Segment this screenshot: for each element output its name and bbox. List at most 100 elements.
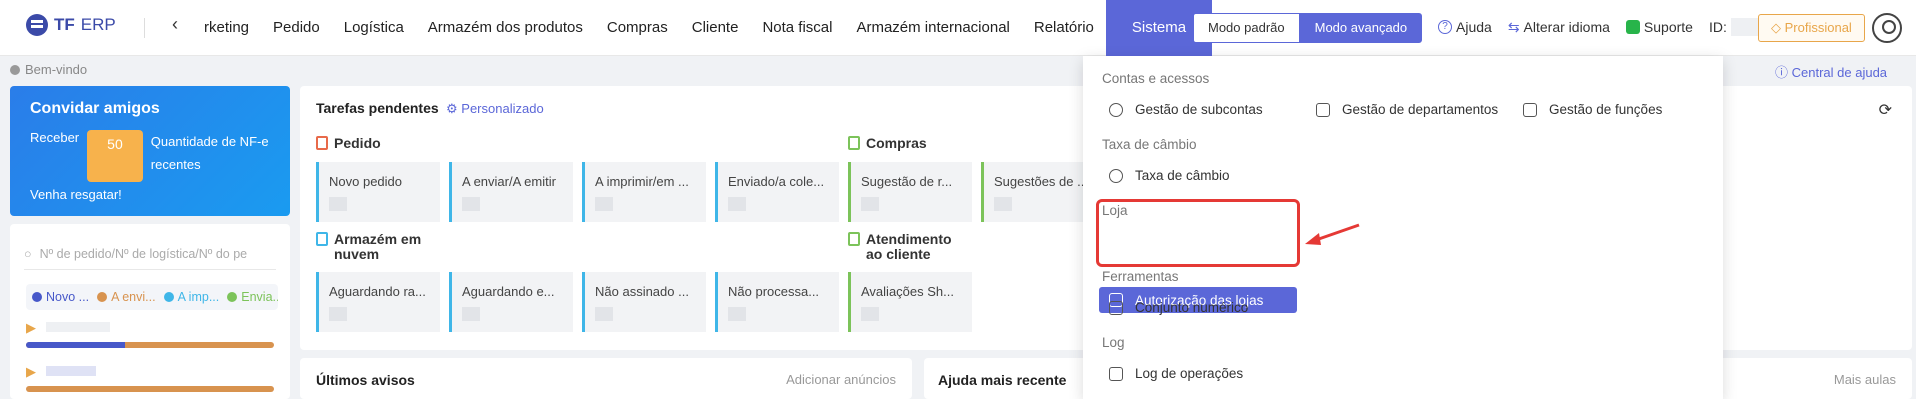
highlight-box	[1096, 199, 1300, 267]
language-link[interactable]: ⇆ Alterar idioma	[1508, 19, 1610, 36]
legend-item[interactable]: A envi...	[97, 290, 156, 304]
cube-icon	[316, 232, 328, 246]
task-card[interactable]: Não assinado ...	[582, 272, 706, 332]
group-pedido: Pedido	[316, 136, 381, 151]
section-log: Log	[1102, 335, 1125, 350]
nav-item-logistica[interactable]: Logística	[332, 0, 416, 56]
order-status-panel: ○ Nº de pedido/Nº de logística/Nº do pe …	[10, 224, 290, 399]
search-input[interactable]: Nº de pedido/Nº de logística/Nº do pe	[40, 247, 248, 261]
menu-label: Conjunto numérico	[1135, 300, 1249, 315]
user-icon	[1109, 102, 1123, 117]
task-card[interactable]: Novo pedido	[316, 162, 440, 222]
recent-help-title: Ajuda mais recente	[938, 372, 1067, 388]
invite-receive: Receber	[30, 130, 80, 145]
card-label: Avaliações Sh...	[861, 284, 954, 299]
advanced-mode-button[interactable]: Modo avançado	[1299, 13, 1423, 43]
card-label: Não assinado ...	[595, 284, 689, 299]
standard-mode-button[interactable]: Modo padrão	[1193, 13, 1300, 43]
task-card[interactable]: Avaliações Sh...	[848, 272, 972, 332]
whatsapp-icon	[1625, 20, 1640, 34]
menu-label: Gestão de subcontas	[1135, 102, 1263, 117]
pointer-arrow-icon	[1305, 223, 1360, 245]
menu-label: Gestão de departamentos	[1342, 102, 1499, 117]
nav-item-armazem-produtos[interactable]: Armazém dos produtos	[416, 0, 595, 56]
card-label: Aguardando e...	[462, 284, 555, 299]
group-compras: Compras	[848, 136, 927, 151]
diamond-icon: ◇	[1771, 20, 1781, 35]
dot-icon	[32, 292, 42, 302]
card-label: Sugestões de ...	[994, 174, 1088, 189]
legend-item[interactable]: Envia...	[227, 290, 278, 304]
card-label: Sugestão de r...	[861, 174, 953, 189]
add-notice-link[interactable]: Adicionar anúncios	[786, 372, 896, 387]
search-icon: ○	[24, 246, 32, 261]
task-card[interactable]: Aguardando e...	[449, 272, 573, 332]
latest-notices-panel: Últimos avisos Adicionar anúncios	[300, 358, 912, 399]
org-chart-icon	[1316, 102, 1330, 117]
task-card[interactable]: Aguardando ra...	[316, 272, 440, 332]
order-search[interactable]: ○ Nº de pedido/Nº de logística/Nº do pe	[24, 238, 276, 270]
nav-item-relatorio[interactable]: Relatório	[1022, 0, 1106, 56]
refresh-icon[interactable]: ⟳	[1879, 100, 1892, 120]
brand-name: TF	[54, 15, 75, 34]
user-icon	[1109, 168, 1123, 183]
document-icon	[1109, 300, 1123, 315]
user-avatar-icon[interactable]	[1872, 13, 1902, 43]
customize-link[interactable]: ⚙ Personalizado	[446, 101, 544, 117]
clipboard-icon	[848, 136, 860, 150]
question-icon: ⓘ	[1775, 65, 1789, 80]
store-flag-icon: ▶	[26, 364, 36, 379]
legend-item[interactable]: Novo ...	[32, 290, 89, 304]
document-icon	[1109, 366, 1123, 381]
brand-logo[interactable]: TF ERP	[26, 14, 116, 36]
header-tools: ? Ajuda ⇆ Alterar idioma Suporte ID:	[1438, 18, 1767, 36]
menu-item-departments[interactable]: Gestão de departamentos	[1316, 102, 1498, 117]
id-card-icon	[1523, 102, 1537, 117]
task-card[interactable]: Não processa...	[715, 272, 839, 332]
card-label: Novo pedido	[329, 174, 402, 189]
support-link[interactable]: Suporte	[1625, 19, 1693, 35]
more-lessons-link[interactable]: Mais aulas	[1834, 372, 1896, 387]
dot-icon	[97, 292, 108, 302]
group-armazem: Armazém em nuvem	[316, 232, 436, 262]
task-card[interactable]: A enviar/A emitir	[449, 162, 573, 222]
nav-item-armazem-internacional[interactable]: Armazém internacional	[844, 0, 1021, 56]
menu-item-roles[interactable]: Gestão de funções	[1523, 102, 1662, 117]
task-card[interactable]: Sugestão de r...	[848, 162, 972, 222]
legend-item[interactable]: A imp...	[163, 290, 220, 304]
professional-badge[interactable]: ◇ Profissional	[1758, 14, 1865, 42]
nav-item-cliente[interactable]: Cliente	[680, 0, 751, 56]
nav-item-compras[interactable]: Compras	[595, 0, 680, 56]
help-label: Ajuda	[1456, 19, 1492, 35]
status-legend: Novo ... A envi... A imp... Envia...	[26, 284, 278, 310]
group-label: Atendimento ao cliente	[866, 231, 952, 262]
invite-number: 50	[87, 130, 143, 182]
card-label: Enviado/a cole...	[728, 174, 825, 189]
menu-item-numeric-set[interactable]: Conjunto numérico	[1109, 300, 1248, 315]
nav-item-pedido[interactable]: Pedido	[261, 0, 332, 56]
menu-label: Log de operações	[1135, 366, 1244, 381]
info-icon	[10, 64, 20, 75]
invite-title: Convidar amigos	[30, 100, 160, 117]
help-link[interactable]: ? Ajuda	[1438, 19, 1492, 35]
menu-item-exchange-rate[interactable]: Taxa de câmbio	[1109, 168, 1230, 183]
card-label: Não processa...	[728, 284, 820, 299]
nav-scroll-left-icon[interactable]: ‹	[172, 14, 178, 35]
menu-item-operation-log[interactable]: Log de operações	[1109, 366, 1243, 381]
task-card[interactable]: A imprimir/em ...	[582, 162, 706, 222]
nav-item-nota-fiscal[interactable]: Nota fiscal	[750, 0, 844, 56]
menu-item-subaccounts[interactable]: Gestão de subcontas	[1109, 102, 1263, 117]
nav-item-marketing[interactable]: rketing	[204, 0, 261, 56]
legend-label: Envia...	[241, 290, 278, 304]
store-name-placeholder	[46, 322, 110, 332]
task-card[interactable]: Enviado/a cole...	[715, 162, 839, 222]
dot-icon	[227, 292, 238, 302]
group-label: Compras	[866, 135, 927, 151]
logo-icon	[26, 14, 48, 36]
invite-desc: Quantidade de NF-e recentes	[150, 134, 269, 172]
group-label: Armazém em nuvem	[334, 231, 422, 262]
help-center-link[interactable]: ⓘ Central de ajuda	[1775, 62, 1887, 81]
legend-label: A imp...	[177, 290, 220, 304]
card-label: A enviar/A emitir	[462, 174, 556, 189]
invite-friends-banner[interactable]: Convidar amigos Receber 50 Quantidade de…	[10, 86, 290, 216]
